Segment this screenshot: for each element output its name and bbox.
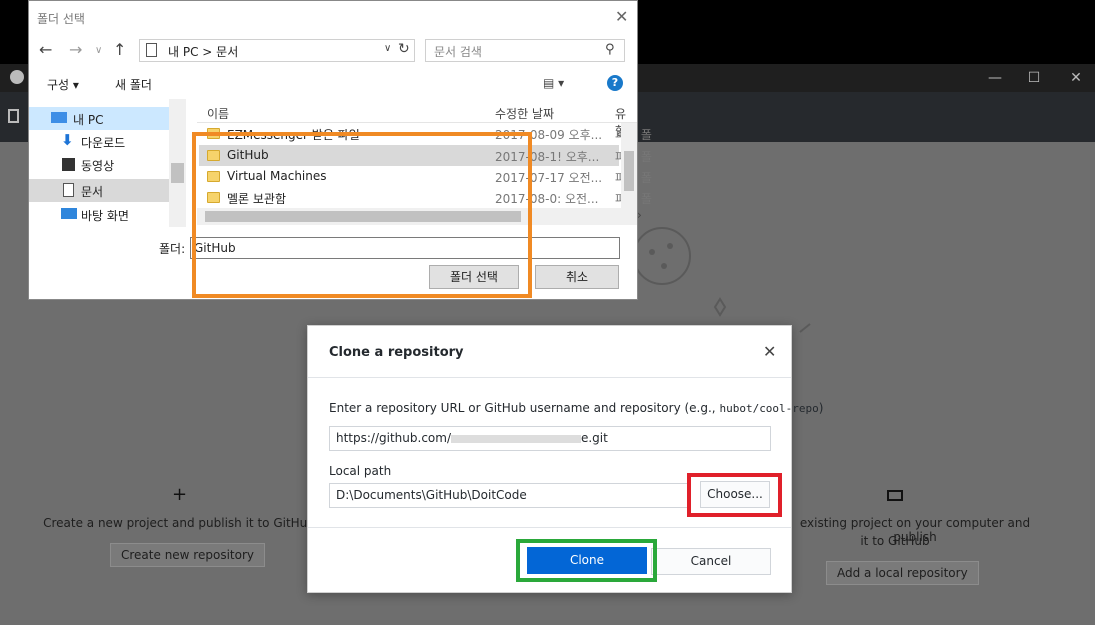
file-list-header: 이름 수정한 날짜 유형 <box>197 101 637 138</box>
computer-icon <box>887 490 903 501</box>
column-date[interactable]: 수정한 날짜 <box>495 105 554 122</box>
local-path-label: Local path <box>329 464 392 478</box>
file-date: 2017-07-17 오전... <box>495 171 603 185</box>
chevron-down-icon[interactable]: ∨ <box>95 45 102 56</box>
instruction-suffix: ) <box>818 401 824 415</box>
clone-repository-dialog: Clone a repository ✕ Enter a repository … <box>307 325 823 593</box>
download-arrow-icon: ⬇ <box>61 131 74 149</box>
document-icon <box>146 43 157 57</box>
nav-item-documents[interactable]: 문서 <box>29 179 169 202</box>
organize-button[interactable]: 구성 ▾ <box>47 76 79 93</box>
maximize-icon[interactable]: ☐ <box>1014 70 1054 86</box>
folder-select-dialog: 폴더 선택 ✕ ← → ∨ ↑ 내 PC > 문서 ∨ ↻ 문서 검색 ⚲ 구성… <box>28 0 652 300</box>
instruction-prefix: Enter a repository URL or GitHub usernam… <box>329 401 716 415</box>
view-options-icon[interactable]: ▤ ▾ <box>543 76 564 90</box>
file-list-horizontal-scrollbar[interactable]: › <box>197 208 642 225</box>
nav-item-label: 문서 <box>81 185 104 199</box>
file-row[interactable]: GitHub 2017-08-1! 오후... 파일 폴 <box>199 145 652 166</box>
folder-icon <box>207 171 220 182</box>
create-new-repository-button[interactable]: Create new repository <box>110 543 265 567</box>
nav-item-label: 바탕 화면 <box>81 209 129 223</box>
address-path: 내 PC > 문서 <box>168 45 239 59</box>
minimize-icon[interactable]: — <box>975 70 1015 86</box>
folder-label: 폴더: <box>159 242 186 256</box>
up-arrow-icon[interactable]: ↑ <box>113 40 126 59</box>
url-value-start: https://github.com/ <box>336 431 451 445</box>
film-icon <box>62 158 75 171</box>
help-icon[interactable]: ? <box>607 75 623 91</box>
close-icon[interactable]: ✕ <box>615 7 628 26</box>
address-bar[interactable]: 내 PC > 문서 ∨ ↻ <box>139 39 415 62</box>
refresh-icon[interactable]: ↻ <box>398 41 410 57</box>
computer-icon <box>51 112 67 123</box>
search-icon: ⚲ <box>605 42 615 57</box>
file-row[interactable]: Virtual Machines 2017-07-17 오전... 파일 폴 <box>199 166 652 187</box>
folder-icon <box>207 192 220 203</box>
divider <box>308 527 791 528</box>
back-arrow-icon[interactable]: ← <box>39 40 52 59</box>
nav-item-label: 내 PC <box>73 113 104 127</box>
dialog-title: Clone a repository <box>329 345 464 360</box>
forward-arrow-icon[interactable]: → <box>69 40 82 59</box>
scrollbar-thumb[interactable] <box>624 151 634 191</box>
scrollbar-thumb[interactable] <box>171 163 184 183</box>
file-row[interactable]: 멜론 보관함 2017-08-0: 오전... 파일 폴 <box>199 187 652 208</box>
file-name: 멜론 보관함 <box>227 192 287 206</box>
local-path-input[interactable]: D:\Documents\GitHub\DoitCode <box>329 483 691 508</box>
nav-item-label: 동영상 <box>81 159 115 173</box>
close-icon[interactable]: ✕ <box>763 342 776 361</box>
nav-item-desktop[interactable]: 바탕 화면 <box>29 203 169 226</box>
nav-scrollbar[interactable] <box>169 99 186 227</box>
instruction-text: Enter a repository URL or GitHub usernam… <box>329 401 823 415</box>
cancel-button[interactable]: 취소 <box>535 265 619 289</box>
file-row[interactable]: EZMessenger 받은 파일 2017-08-09 오후... 파일 폴 <box>199 123 652 144</box>
column-name[interactable]: 이름 <box>207 105 229 122</box>
chevron-right-icon[interactable]: › <box>637 208 642 222</box>
folder-icon <box>207 150 220 161</box>
repository-url-input[interactable]: https://github.com/e.git <box>329 426 771 451</box>
chevron-down-icon[interactable]: ∨ <box>384 43 391 54</box>
scrollbar-thumb[interactable] <box>205 211 521 222</box>
file-name: Virtual Machines <box>227 169 327 183</box>
document-icon <box>63 183 74 197</box>
divider <box>308 377 791 378</box>
nav-item-label: 다운로드 <box>81 136 126 150</box>
file-date: 2017-08-1! 오후... <box>495 150 600 164</box>
instruction-example: hubot/cool-repo <box>719 402 819 415</box>
nav-item-this-pc[interactable]: 내 PC <box>29 107 169 130</box>
file-date: 2017-08-09 오후... <box>495 128 603 142</box>
add-project-text-line2: it to GitHub <box>860 534 930 548</box>
repository-icon[interactable] <box>8 109 19 123</box>
nav-item-videos[interactable]: 동영상 <box>29 153 169 176</box>
file-name: EZMessenger 받은 파일 <box>227 128 360 142</box>
url-value-end: e.git <box>580 431 608 445</box>
nav-item-downloads[interactable]: ⬇ 다운로드 <box>29 130 169 153</box>
file-list-vertical-scrollbar[interactable] <box>621 123 637 211</box>
file-name: GitHub <box>227 148 269 162</box>
plus-icon: + <box>172 484 188 505</box>
file-date: 2017-08-0: 오전... <box>495 192 599 206</box>
close-icon[interactable]: ✕ <box>1056 70 1095 86</box>
navigation-pane: 내 PC ⬇ 다운로드 동영상 문서 바탕 화면 <box>29 99 186 227</box>
dialog-title: 폴더 선택 <box>37 12 85 26</box>
folder-icon <box>207 128 220 139</box>
add-local-repository-button[interactable]: Add a local repository <box>826 561 979 585</box>
folder-name-input[interactable]: GitHub <box>190 237 620 259</box>
cancel-button[interactable]: Cancel <box>651 548 771 575</box>
create-project-text: Create a new project and publish it to G… <box>43 516 315 530</box>
desktop-icon <box>61 208 77 219</box>
select-folder-button[interactable]: 폴더 선택 <box>429 265 519 289</box>
new-folder-button[interactable]: 새 폴더 <box>115 76 152 93</box>
choose-button[interactable]: Choose... <box>700 481 770 508</box>
redacted-text <box>450 434 581 443</box>
clone-button[interactable]: Clone <box>527 547 647 574</box>
github-logo-icon <box>10 70 24 84</box>
search-input[interactable]: 문서 검색 <box>425 39 625 62</box>
